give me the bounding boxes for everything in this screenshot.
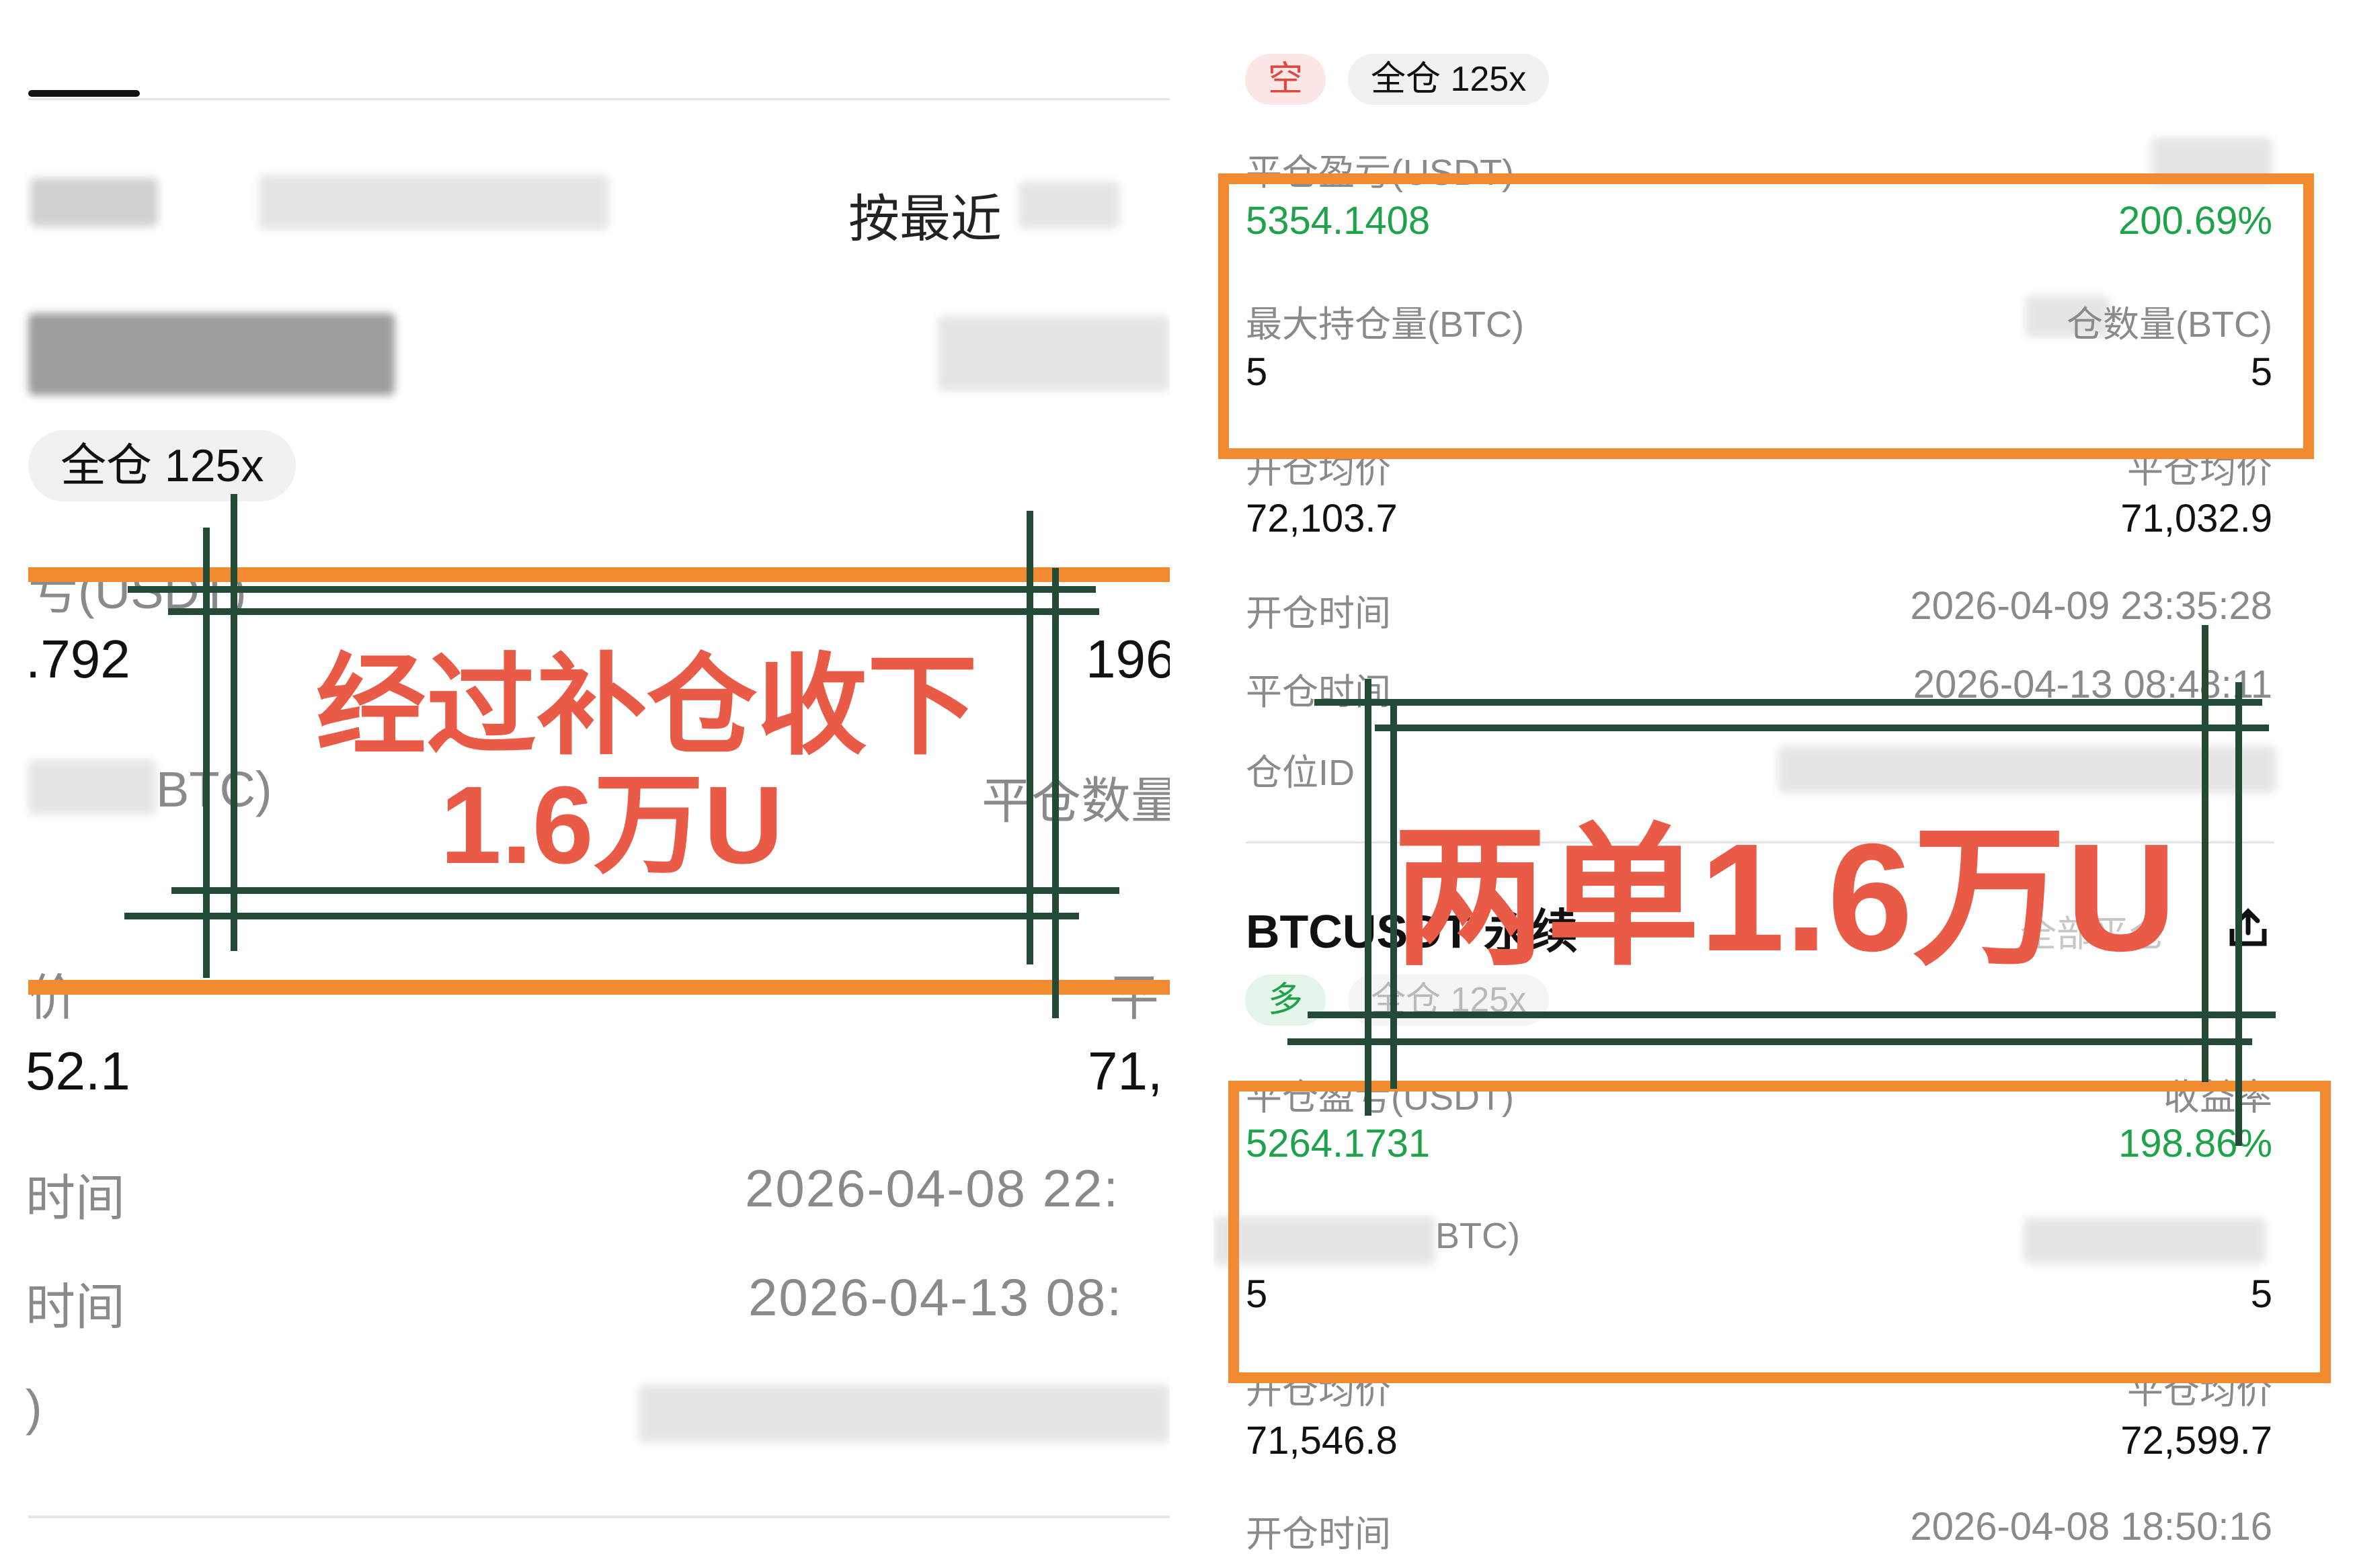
left-grid-horizontal-4	[124, 913, 1079, 919]
left-grid-horizontal-2	[168, 608, 1099, 615]
left-bottom-orange-highlight	[28, 980, 1170, 995]
right-grid-vertical-4	[2235, 682, 2242, 1146]
blurred-symbol	[28, 313, 395, 395]
left-close-quantity-label: 平仓数量	[982, 773, 1170, 829]
blurred-side-value	[938, 316, 1170, 391]
bottom-open-average-value: 71,546.8	[1246, 1419, 1398, 1462]
right-screenshot-panel: 空 全仓 125x 平仓盈亏(USDT) 5354.1408 200.69% 最…	[1213, 0, 2353, 1568]
bottom-open-time-label: 开仓时间	[1246, 1514, 1391, 1555]
bottom-open-time-value: 2026-04-08 18:50:16	[1910, 1505, 2272, 1549]
top-open-average-value: 72,103.7	[1246, 497, 1398, 540]
blurred-position-id	[639, 1385, 1170, 1442]
left-quantity-label: BTC)	[156, 761, 272, 817]
right-grid-horizontal-2	[1375, 725, 2269, 731]
top-close-average-value: 71,032.9	[2120, 497, 2272, 540]
panel-gap	[1170, 0, 1213, 1568]
blurred-quantity-label	[28, 759, 156, 815]
left-screenshot-panel: 按最近 全仓 125x 亏(USDT) .792 196 BTC) 平仓数量 价…	[0, 0, 1170, 1568]
right-overlay-text: 两单1.6万U	[1393, 813, 2177, 983]
right-grid-horizontal-1	[1314, 699, 2262, 706]
top-position-id-label: 仓位ID	[1246, 753, 1355, 793]
right-grid-vertical-1	[1365, 679, 1371, 1116]
left-close-time-label: 时间	[26, 1279, 125, 1335]
right-grid-horizontal-3	[1308, 1012, 2276, 1018]
left-grid-horizontal-1	[128, 586, 1096, 593]
left-average-value: 52.1	[26, 1041, 130, 1101]
bottom-close-average-value: 72,599.7	[2120, 1419, 2272, 1462]
right-grid-horizontal-4	[1287, 1038, 2252, 1045]
left-grid-vertical-1	[203, 528, 210, 978]
left-id-label: )	[26, 1380, 42, 1436]
filter-recent-label: 按最近	[848, 191, 1002, 248]
left-open-time-label: 时间	[26, 1170, 125, 1226]
left-bottom-divider	[28, 1516, 1170, 1518]
left-grid-vertical-4	[1052, 568, 1059, 1018]
blurred-filter-left	[30, 178, 158, 226]
left-position-tag: 全仓 125x	[28, 430, 296, 501]
left-pnl-rate: 196	[1086, 629, 1170, 689]
blurred-filter-middle	[259, 175, 608, 230]
active-tab-indicator	[28, 90, 140, 97]
left-average-value-right: 71,	[1088, 1041, 1163, 1101]
blurred-filter-right	[1019, 181, 1119, 229]
top-open-time-label: 开仓时间	[1246, 593, 1391, 634]
short-direction-tag: 空	[1245, 54, 1326, 105]
top-open-time-value: 2026-04-09 23:35:28	[1910, 584, 2272, 628]
left-top-orange-highlight	[28, 567, 1170, 582]
left-grid-vertical-3	[1027, 511, 1033, 964]
left-pnl-value: .792	[26, 629, 130, 689]
top-position-tag: 全仓 125x	[1348, 54, 1550, 105]
top-result-highlight-box	[1218, 173, 2314, 459]
left-open-time-value: 2026-04-08 22:	[745, 1159, 1120, 1218]
left-close-time-value: 2026-04-13 08:	[748, 1268, 1123, 1327]
tab-divider	[28, 98, 1170, 100]
share-icon[interactable]	[2225, 905, 2271, 950]
bottom-result-highlight-box	[1228, 1081, 2331, 1383]
left-overlay-text-line-2: 1.6万U	[440, 764, 784, 886]
left-grid-vertical-2	[231, 494, 237, 951]
